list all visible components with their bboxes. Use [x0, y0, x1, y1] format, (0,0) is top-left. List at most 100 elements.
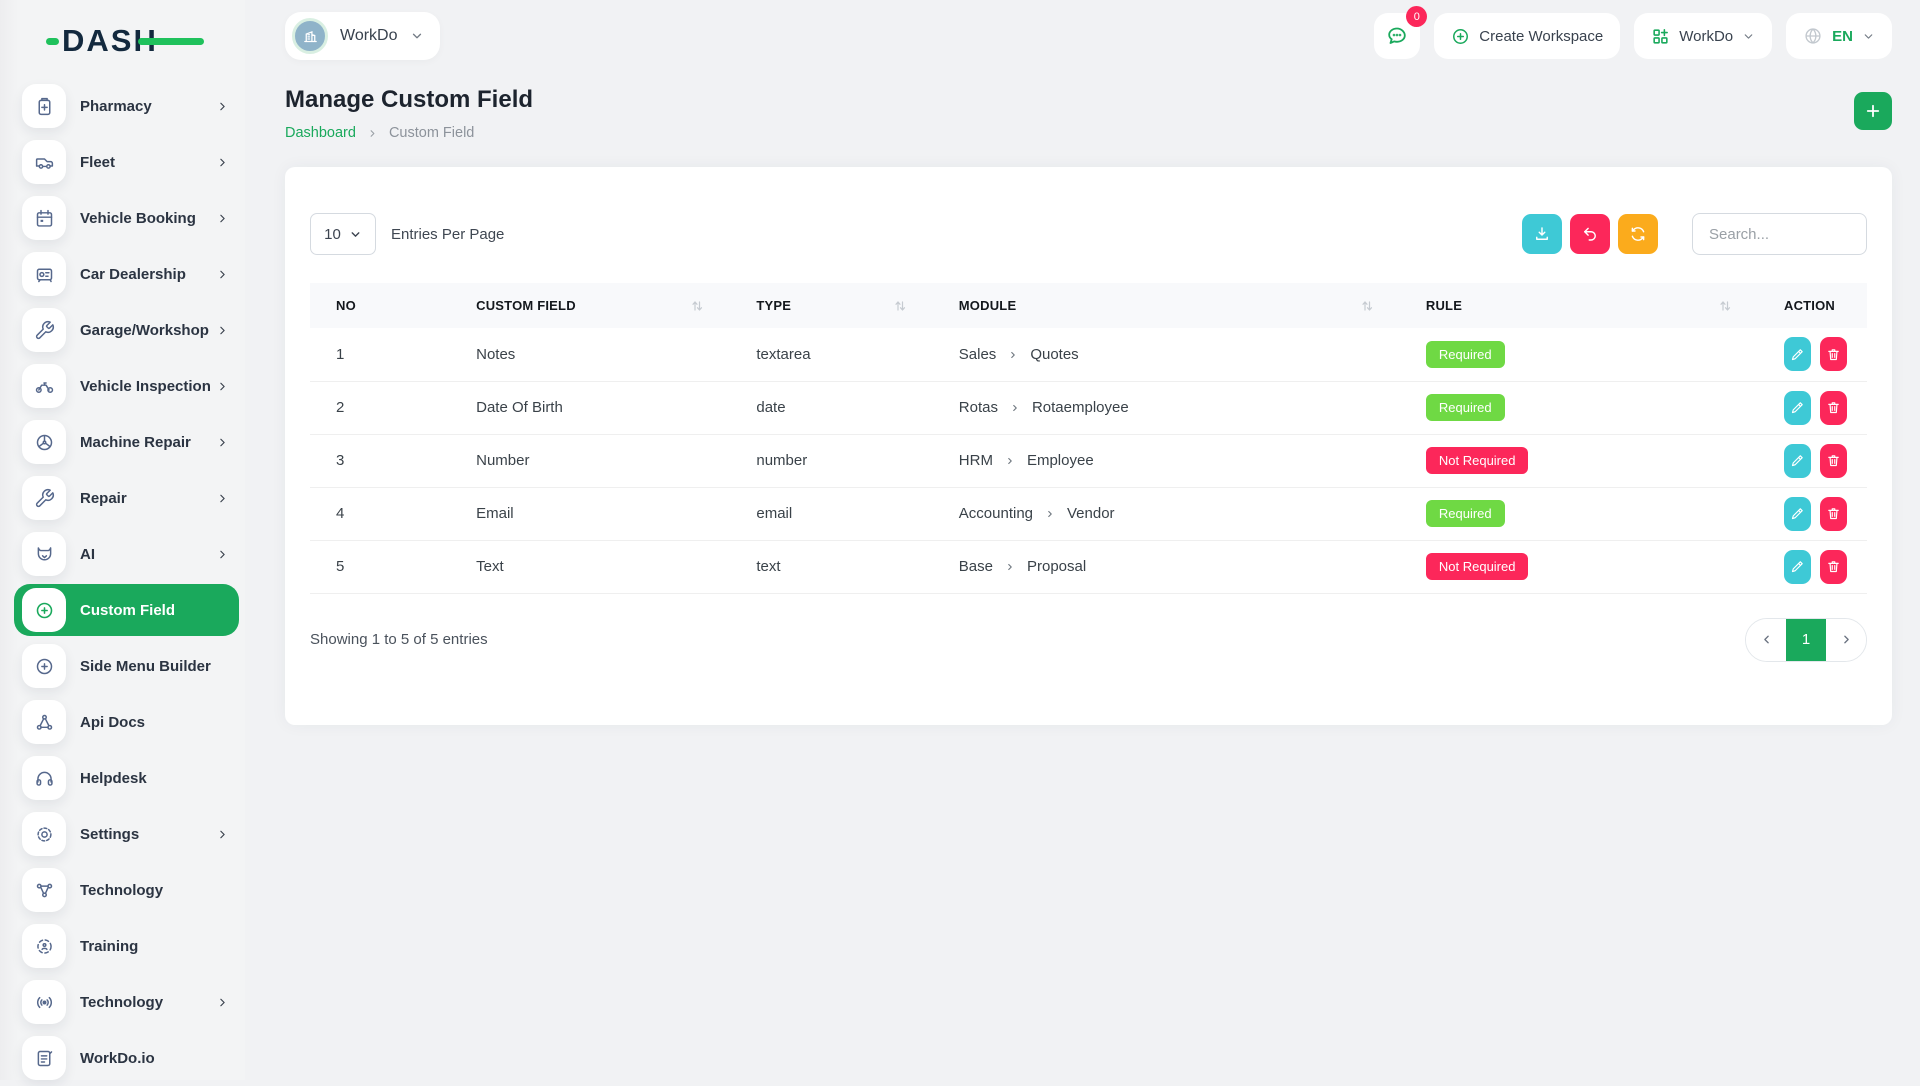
status-badge: Not Required — [1426, 553, 1529, 580]
sidebar-item-settings[interactable]: Settings — [0, 806, 245, 862]
pencil-icon — [1790, 400, 1805, 415]
chevron-right-icon — [1005, 456, 1015, 466]
motorcycle-icon — [22, 364, 66, 408]
cell-custom-field: Number — [450, 434, 730, 487]
column-header-module[interactable]: MODULE — [933, 283, 1400, 328]
status-badge: Required — [1426, 341, 1505, 368]
chevron-right-icon — [216, 996, 229, 1009]
node-triangle-icon — [22, 700, 66, 744]
cell-rule: Required — [1400, 487, 1758, 540]
trash-icon — [1826, 453, 1841, 468]
cell-custom-field: Text — [450, 540, 730, 593]
dashed-target-icon — [22, 924, 66, 968]
workspace-avatar — [292, 18, 328, 54]
delete-button[interactable] — [1820, 497, 1847, 531]
entries-per-page-label: Entries Per Page — [391, 226, 504, 243]
add-custom-field-button[interactable] — [1854, 92, 1892, 130]
sidebar-item-label: Vehicle Booking — [80, 210, 216, 227]
column-header-rule[interactable]: RULE — [1400, 283, 1758, 328]
delete-button[interactable] — [1820, 444, 1847, 478]
trash-icon — [1826, 400, 1841, 415]
pagination-next-button[interactable] — [1826, 619, 1866, 661]
wrench-icon — [22, 308, 66, 352]
cell-type: date — [730, 381, 932, 434]
sidebar-item-training[interactable]: Training — [0, 918, 245, 974]
breadcrumb-dashboard-link[interactable]: Dashboard — [285, 125, 356, 141]
plus-circle-icon — [22, 588, 66, 632]
delete-button[interactable] — [1820, 550, 1847, 584]
globe-icon — [1803, 26, 1823, 46]
chevron-right-icon — [216, 492, 229, 505]
pagination-page-1-button[interactable]: 1 — [1786, 619, 1826, 661]
grid-plus-icon — [1651, 27, 1670, 46]
chevron-right-icon — [1008, 350, 1018, 360]
headphones-icon — [22, 756, 66, 800]
sidebar-item-repair[interactable]: Repair — [0, 470, 245, 526]
sidebar-item-vehicle-inspection[interactable]: Vehicle Inspection — [0, 358, 245, 414]
column-header-type[interactable]: TYPE — [730, 283, 932, 328]
sidebar: DASH Pharmacy Fleet — [0, 0, 245, 1080]
cell-no: 1 — [310, 328, 450, 381]
sidebar-item-workdo-io[interactable]: WorkDo.io — [0, 1030, 245, 1086]
pagination-prev-button[interactable] — [1746, 619, 1786, 661]
sidebar-item-fleet[interactable]: Fleet — [0, 134, 245, 190]
cell-rule: Not Required — [1400, 434, 1758, 487]
edit-button[interactable] — [1784, 444, 1811, 478]
sort-icon — [690, 299, 704, 313]
delete-button[interactable] — [1820, 337, 1847, 371]
workdo-menu-button[interactable]: WorkDo — [1634, 13, 1772, 59]
chevron-right-icon — [216, 156, 229, 169]
cell-no: 3 — [310, 434, 450, 487]
edit-button[interactable] — [1784, 497, 1811, 531]
messages-button[interactable]: 0 — [1374, 13, 1420, 59]
app-root: DASH Pharmacy Fleet — [0, 0, 1920, 1080]
table-footer: Showing 1 to 5 of 5 entries 1 — [310, 618, 1867, 662]
topbar-actions: 0 Create Workspace WorkDo EN — [1374, 13, 1892, 59]
sidebar-item-label: WorkDo.io — [80, 1050, 229, 1067]
main-area: WorkDo 0 Create Workspace WorkDo — [245, 0, 1920, 1080]
sidebar-item-api-docs[interactable]: Api Docs — [0, 694, 245, 750]
entries-per-page-select[interactable]: 10 — [310, 213, 376, 255]
edit-button[interactable] — [1784, 550, 1811, 584]
column-header-custom-field[interactable]: CUSTOM FIELD — [450, 283, 730, 328]
refresh-button[interactable] — [1618, 214, 1658, 254]
cell-no: 4 — [310, 487, 450, 540]
status-badge: Required — [1426, 394, 1505, 421]
sidebar-item-car-dealership[interactable]: Car Dealership — [0, 246, 245, 302]
cell-no: 5 — [310, 540, 450, 593]
sidebar-item-vehicle-booking[interactable]: Vehicle Booking — [0, 190, 245, 246]
undo-button[interactable] — [1570, 214, 1610, 254]
sidebar-item-pharmacy[interactable]: Pharmacy — [0, 78, 245, 134]
trash-icon — [1826, 347, 1841, 362]
chevron-right-icon — [216, 828, 229, 841]
sidebar-item-helpdesk[interactable]: Helpdesk — [0, 750, 245, 806]
language-selector[interactable]: EN — [1786, 13, 1892, 59]
sidebar-item-garage-workshop[interactable]: Garage/Workshop — [0, 302, 245, 358]
sidebar-item-label: Vehicle Inspection — [80, 378, 216, 395]
sidebar-item-technology-hub[interactable]: Technology — [0, 862, 245, 918]
edit-button[interactable] — [1784, 337, 1811, 371]
create-workspace-button[interactable]: Create Workspace — [1434, 13, 1620, 59]
workspace-selector[interactable]: WorkDo — [285, 12, 440, 60]
export-button[interactable] — [1522, 214, 1562, 254]
car-card-icon — [22, 252, 66, 296]
machine-wheel-icon — [22, 420, 66, 464]
chevron-right-icon — [216, 548, 229, 561]
sidebar-item-ai[interactable]: AI — [0, 526, 245, 582]
chevron-right-icon — [216, 212, 229, 225]
chat-badge: 0 — [1406, 6, 1427, 27]
app-logo: DASH — [62, 20, 212, 62]
search-input[interactable] — [1692, 213, 1867, 255]
delete-button[interactable] — [1820, 391, 1847, 425]
cell-module: RotasRotaemployee — [933, 381, 1400, 434]
chevron-right-icon — [367, 128, 378, 139]
sidebar-item-label: Custom Field — [80, 602, 227, 619]
plus-circle-icon — [22, 644, 66, 688]
sidebar-item-machine-repair[interactable]: Machine Repair — [0, 414, 245, 470]
sidebar-item-custom-field[interactable]: Custom Field — [14, 584, 239, 636]
sidebar-item-technology-broadcast[interactable]: Technology — [0, 974, 245, 1030]
sidebar-item-label: Settings — [80, 826, 216, 843]
edit-button[interactable] — [1784, 391, 1811, 425]
entries-per-page-value: 10 — [324, 226, 341, 243]
sidebar-item-side-menu-builder[interactable]: Side Menu Builder — [0, 638, 245, 694]
